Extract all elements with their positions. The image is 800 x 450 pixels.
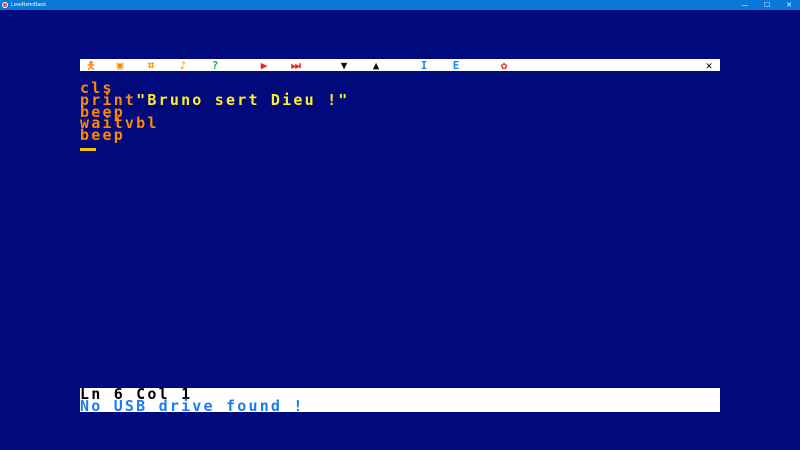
status-message: No USB drive found !: [80, 397, 305, 415]
code-line: beep: [80, 126, 720, 145]
step-icon[interactable]: ⏭: [289, 59, 303, 71]
settings-icon[interactable]: ✿: [496, 59, 512, 71]
toolbar: 🯅 ▣ ⌗ ♪ ? ▶ ⏭ ▼ ▲ I E ✿ ✕: [80, 59, 720, 71]
status-bar: Ln 6 Col 1 No USB drive found !: [80, 387, 720, 415]
save-icon[interactable]: ▲: [369, 59, 383, 71]
code-line: waitvbl: [80, 116, 720, 131]
code-editor[interactable]: cls print"Bruno sert Dieu !" beep waitvb…: [80, 81, 720, 145]
app-icon: [2, 2, 8, 8]
load-icon[interactable]: ▼: [337, 59, 351, 71]
text-cursor: [80, 148, 96, 151]
title-bar: LoveRetroBasic — ☐ ✕: [0, 0, 800, 10]
run-icon[interactable]: ▶: [257, 59, 271, 71]
run-man-icon[interactable]: 🯅: [84, 59, 98, 71]
tile-editor-icon[interactable]: ⌗: [143, 59, 159, 71]
sprite-editor-icon[interactable]: ▣: [112, 59, 128, 71]
window-controls: — ☐ ✕: [734, 0, 800, 10]
help-icon[interactable]: ?: [208, 59, 222, 71]
maximize-button[interactable]: ☐: [756, 0, 778, 10]
code-keyword: beep: [80, 126, 125, 145]
minimize-button[interactable]: —: [734, 0, 756, 10]
import-icon[interactable]: I: [417, 59, 431, 71]
code-argument: "Bruno sert Dieu !": [136, 90, 350, 109]
music-note-icon[interactable]: ♪: [176, 59, 190, 71]
export-icon[interactable]: E: [449, 59, 463, 71]
close-icon[interactable]: ✕: [702, 59, 716, 71]
window-title: LoveRetroBasic: [11, 2, 47, 8]
code-line: print"Bruno sert Dieu !": [80, 90, 720, 109]
close-window-button[interactable]: ✕: [778, 0, 800, 10]
